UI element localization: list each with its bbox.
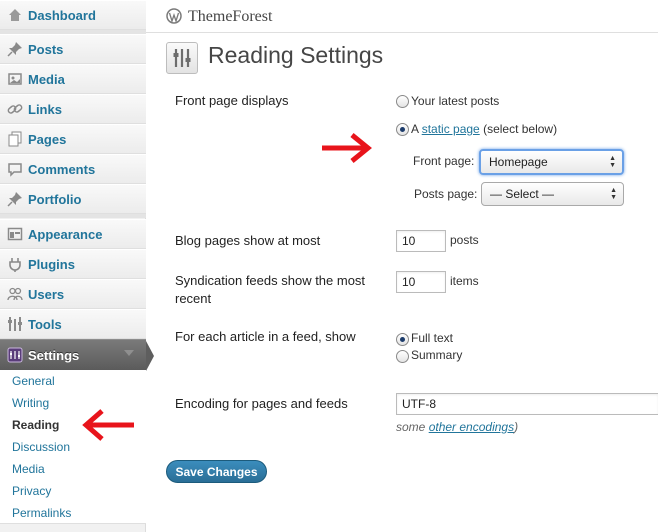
menu-dashboard-label: Dashboard: [28, 7, 96, 23]
menu-separator: [0, 214, 146, 218]
latest-posts-label[interactable]: Your latest posts: [411, 94, 499, 108]
dashboard-icon: [6, 6, 24, 24]
static-page-link[interactable]: static page: [422, 122, 480, 136]
feed-items-input[interactable]: [396, 271, 446, 293]
encoding-input[interactable]: [396, 393, 658, 415]
menu-settings[interactable]: Settings: [0, 339, 146, 371]
select-arrows-icon: ▲ ▼: [609, 155, 616, 169]
other-encodings-link[interactable]: other encodings: [429, 420, 514, 434]
syndication-label: Syndication feeds show the most recent: [175, 273, 366, 306]
encoding-help-text: some other encodings): [396, 420, 518, 434]
front-page-select-label: Front page:: [413, 154, 475, 168]
pushpin-icon: [6, 40, 24, 58]
submenu-general[interactable]: General: [12, 374, 55, 388]
pages-icon: [6, 130, 24, 148]
posts-per-page-input[interactable]: [396, 230, 446, 252]
menu-tools-label: Tools: [28, 316, 62, 332]
chevron-down-icon[interactable]: [124, 350, 134, 356]
menu-links[interactable]: Links: [0, 94, 146, 124]
current-menu-pointer: [146, 341, 154, 371]
summary-radio[interactable]: [396, 350, 409, 363]
media-icon: [6, 70, 24, 88]
submenu-discussion[interactable]: Discussion: [12, 440, 70, 454]
menu-media[interactable]: Media: [0, 64, 146, 94]
posts-page-select-value: — Select —: [490, 187, 555, 201]
menu-plugins-label: Plugins: [28, 256, 75, 272]
users-icon: [6, 285, 24, 303]
admin-sidebar: Dashboard Posts Media Links Pages Commen…: [0, 0, 146, 532]
menu-tools[interactable]: Tools: [0, 309, 146, 339]
wordpress-logo-icon[interactable]: [166, 7, 182, 27]
static-page-radio[interactable]: [396, 123, 409, 136]
front-page-select-value: Homepage: [489, 155, 548, 169]
front-page-select[interactable]: Homepage ▲ ▼: [479, 149, 624, 175]
header-divider: [146, 32, 658, 33]
menu-users-label: Users: [28, 286, 65, 302]
save-changes-button[interactable]: Save Changes: [166, 460, 267, 483]
annotation-arrow-right-icon: [322, 133, 372, 163]
encoding-help-prefix: some: [396, 420, 429, 434]
menu-users[interactable]: Users: [0, 279, 146, 309]
appearance-icon: [6, 225, 24, 243]
site-name[interactable]: ThemeForest: [188, 8, 272, 26]
menu-plugins[interactable]: Plugins: [0, 249, 146, 279]
menu-portfolio-label: Portfolio: [28, 191, 82, 207]
submenu-permalinks[interactable]: Permalinks: [12, 506, 71, 520]
menu-dashboard[interactable]: Dashboard: [0, 0, 146, 30]
feed-article-label: For each article in a feed, show: [175, 329, 356, 344]
blog-pages-label: Blog pages show at most: [175, 233, 321, 248]
menu-comments[interactable]: Comments: [0, 154, 146, 184]
menu-pages[interactable]: Pages: [0, 124, 146, 154]
comment-icon: [6, 160, 24, 178]
submenu-reading[interactable]: Reading: [12, 418, 59, 432]
items-unit: items: [450, 274, 479, 288]
menu-comments-label: Comments: [28, 161, 96, 177]
link-icon: [6, 100, 24, 118]
latest-posts-radio[interactable]: [396, 95, 409, 108]
posts-unit: posts: [450, 233, 479, 247]
posts-page-select[interactable]: — Select — ▲ ▼: [481, 182, 624, 206]
full-text-radio[interactable]: [396, 333, 409, 346]
menu-portfolio[interactable]: Portfolio: [0, 184, 146, 214]
menu-appearance[interactable]: Appearance: [0, 219, 146, 249]
full-text-label[interactable]: Full text: [411, 331, 453, 345]
submenu-writing[interactable]: Writing: [12, 396, 49, 410]
submenu-privacy[interactable]: Privacy: [12, 484, 51, 498]
encoding-help-suffix: ): [514, 420, 519, 434]
annotation-arrow-left-icon: [82, 409, 134, 441]
summary-label[interactable]: Summary: [411, 348, 462, 362]
static-page-suffix: (select below): [479, 122, 558, 136]
menu-appearance-label: Appearance: [28, 226, 103, 242]
encoding-label: Encoding for pages and feeds: [175, 396, 348, 411]
tools-icon: [6, 315, 24, 333]
select-arrows-icon: ▲ ▼: [610, 187, 617, 201]
menu-posts[interactable]: Posts: [0, 34, 146, 64]
settings-icon: [6, 346, 24, 364]
menu-settings-label: Settings: [28, 347, 80, 363]
page-title: Reading Settings: [208, 42, 384, 68]
static-page-label[interactable]: A static page (select below): [411, 122, 557, 136]
plug-icon: [6, 255, 24, 273]
settings-page-icon: [166, 42, 198, 74]
submenu-media[interactable]: Media: [12, 462, 45, 476]
posts-page-select-label: Posts page:: [414, 187, 478, 201]
site-header: ThemeForest: [166, 6, 272, 28]
pushpin-icon: [6, 190, 24, 208]
menu-pages-label: Pages: [28, 131, 67, 147]
menu-media-label: Media: [28, 71, 65, 87]
static-page-prefix: A: [411, 122, 422, 136]
menu-posts-label: Posts: [28, 41, 64, 57]
front-page-displays-label: Front page displays: [175, 93, 289, 108]
menu-links-label: Links: [28, 101, 62, 117]
settings-submenu: General Writing Reading Discussion Media…: [0, 370, 146, 524]
